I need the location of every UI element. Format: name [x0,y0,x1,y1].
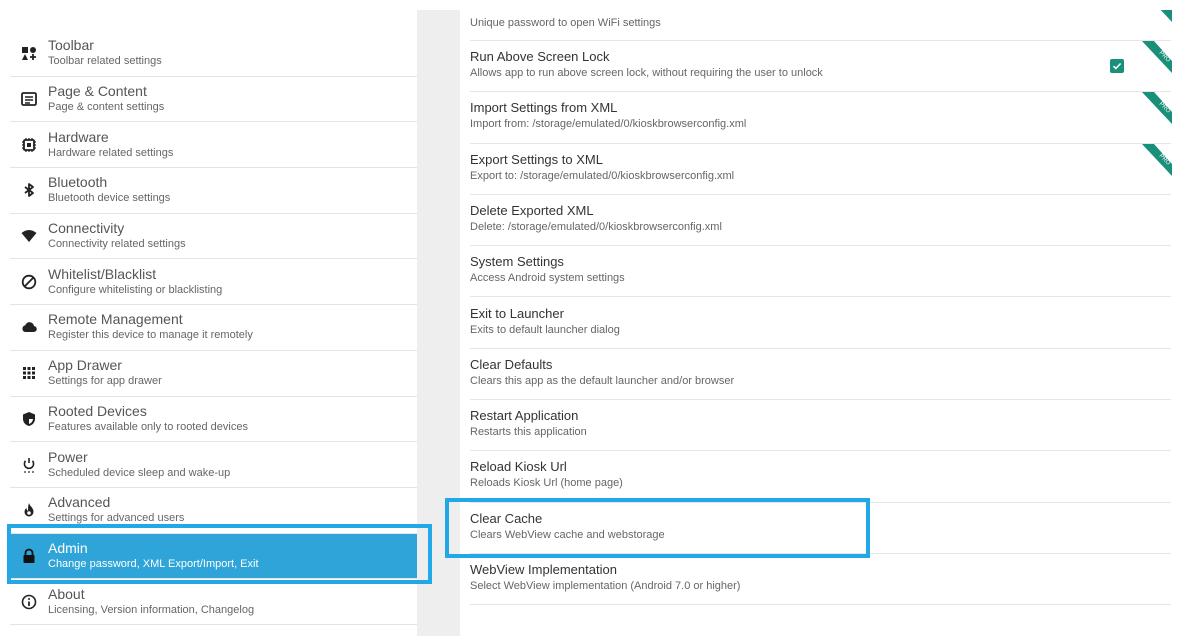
sidebar-item-title: Remote Management [48,311,183,328]
sidebar-item-toolbar[interactable]: Toolbar Toolbar related settings [10,31,417,77]
setting-subtitle: Delete: /storage/emulated/0/kioskbrowser… [470,220,722,233]
info-icon [10,594,48,610]
sidebar-item-title: Connectivity [48,220,125,237]
sidebar-item-title: Admin [48,539,88,556]
setting-subtitle: Allows app to run above screen lock, wit… [470,67,823,79]
checkmark-icon [1112,62,1122,70]
sidebar-item-subtitle: Page & content settings [48,101,165,114]
sidebar-item-subtitle: Change password, XML Export/Import, Exit [48,557,259,570]
setting-title: Export Settings to XML [470,151,603,167]
setting-import-xml[interactable]: Import Settings from XML Import from: /s… [470,92,1172,144]
setting-title: Exit to Launcher [470,305,564,321]
settings-detail-area: Unique password to open WiFi settings Ru… [420,10,1200,636]
pro-ribbon: PRO [1140,41,1172,75]
setting-restart-application[interactable]: Restart Application Restarts this applic… [470,400,1171,452]
sidebar-item-subtitle: Hardware related settings [48,146,174,159]
sidebar-item-connectivity[interactable]: Connectivity Connectivity related settin… [10,214,417,260]
setting-webview-implementation[interactable]: WebView Implementation Select WebView im… [470,554,1171,606]
setting-subtitle: Clears WebView cache and webstorage [470,528,665,541]
setting-title: WebView Implementation [470,562,617,577]
bluetooth-icon [10,182,48,198]
setting-subtitle: Reloads Kiosk Url (home page) [470,477,623,490]
sidebar-item-title: Advanced [48,494,111,511]
sidebar-item-title: Bluetooth [48,174,108,191]
setting-run-above-screen-lock[interactable]: Run Above Screen Lock Allows app to run … [470,41,1172,93]
setting-title: Run Above Screen Lock [470,49,610,64]
sidebar-item-title: App Drawer [48,357,122,374]
sidebar-item-whitelist-blacklist[interactable]: Whitelist/Blacklist Configure whitelisti… [10,259,417,306]
setting-title: System Settings [470,254,564,270]
setting-subtitle: Restarts this application [470,426,587,439]
sidebar-item-subtitle: Toolbar related settings [48,55,162,68]
sidebar-item-admin[interactable]: Admin Change password, XML Export/Import… [10,533,417,580]
sidebar-item-subtitle: Bluetooth device settings [48,192,171,205]
lock-icon [10,548,48,564]
setting-title: Import Settings from XML [470,100,618,116]
sidebar-item-page-content[interactable]: Page & Content Page & content settings [10,77,417,123]
sidebar-item-subtitle: Configure whitelisting or blacklisting [48,283,223,296]
setting-title: Restart Application [470,408,579,424]
block-icon [10,274,48,290]
sidebar-item-bluetooth[interactable]: Bluetooth Bluetooth device settings [10,168,417,214]
cloud-icon [10,319,48,335]
sidebar-item-subtitle: Settings for app drawer [48,375,162,388]
sidebar-item-about[interactable]: About Licensing, Version information, Ch… [10,579,417,625]
setting-subtitle: Export to: /storage/emulated/0/kioskbrow… [470,169,735,182]
sidebar-item-subtitle: Settings for advanced users [48,512,185,525]
setting-subtitle: Access Android system settings [470,272,625,285]
screen-lock-checkbox[interactable] [1110,59,1124,73]
setting-subtitle: Select WebView implementation (Android 7… [470,580,741,592]
sidebar-item-title: About [48,585,85,602]
setting-clear-defaults[interactable]: Clear Defaults Clears this app as the de… [470,349,1171,401]
sidebar-item-advanced[interactable]: Advanced Settings for advanced users [10,488,417,534]
setting-exit-to-launcher[interactable]: Exit to Launcher Exits to default launch… [470,298,1171,349]
pro-ribbon: PRO [1140,92,1172,126]
pro-ribbon [1140,10,1172,24]
sidebar-item-subtitle: Connectivity related settings [48,238,186,251]
setting-reload-kiosk-url[interactable]: Reload Kiosk Url Reloads Kiosk Url (home… [470,451,1171,503]
sidebar-item-title: Whitelist/Blacklist [48,265,157,282]
power-icon [10,457,48,473]
sidebar-item-title: Power [48,448,88,465]
sidebar-item-app-drawer[interactable]: App Drawer Settings for app drawer [10,351,417,397]
sidebar-item-rooted-devices[interactable]: Rooted Devices Features available only t… [10,397,417,443]
setting-title: Reload Kiosk Url [470,459,567,475]
setting-subtitle: Import from: /storage/emulated/0/kioskbr… [470,118,747,131]
setting-system-settings[interactable]: System Settings Access Android system se… [470,246,1171,298]
sidebar-item-hardware[interactable]: Hardware Hardware related settings [10,122,417,169]
setting-subtitle: Unique password to open WiFi settings [470,17,661,29]
toolbar-icon [10,45,48,61]
grid-icon [10,365,48,381]
setting-title: Clear Defaults [470,356,553,372]
admin-settings-list: Unique password to open WiFi settings Ru… [460,10,1200,636]
setting-subtitle: Exits to default launcher dialog [470,323,620,336]
setting-subtitle: Clears this app as the default launcher … [470,374,735,387]
sidebar-item-remote-management[interactable]: Remote Management Register this device t… [10,305,417,351]
setting-title: Clear Cache [470,510,543,526]
setting-clear-cache[interactable]: Clear Cache Clears WebView cache and web… [470,503,1171,554]
sidebar-item-power[interactable]: Power Scheduled device sleep and wake-up [10,442,417,488]
sidebar-item-title: Hardware [48,128,109,145]
sidebar-item-subtitle: Licensing, Version information, Changelo… [48,603,255,616]
wifi-icon [10,228,48,244]
setting-delete-exported-xml[interactable]: Delete Exported XML Delete: /storage/emu… [470,195,1171,247]
pro-ribbon: PRO [1140,143,1172,178]
sidebar-item-subtitle: Features available only to rooted device… [48,420,248,433]
sidebar-item-title: Rooted Devices [48,402,147,419]
settings-category-list: Toolbar Toolbar related settings Page & … [10,31,417,636]
sidebar-item-title: Page & Content [48,83,147,100]
sidebar-item-subtitle: Register this device to manage it remote… [48,329,253,342]
shield-icon [10,411,48,427]
page-content-icon [10,91,48,107]
chip-icon [10,137,48,153]
setting-export-xml[interactable]: Export Settings to XML Export to: /stora… [470,143,1172,195]
flame-icon [10,502,48,518]
setting-title: Delete Exported XML [470,202,594,218]
setting-wifi-password[interactable]: Unique password to open WiFi settings [470,10,1172,41]
sidebar-item-subtitle: Scheduled device sleep and wake-up [48,466,231,479]
sidebar-item-title: Toolbar [48,37,94,54]
